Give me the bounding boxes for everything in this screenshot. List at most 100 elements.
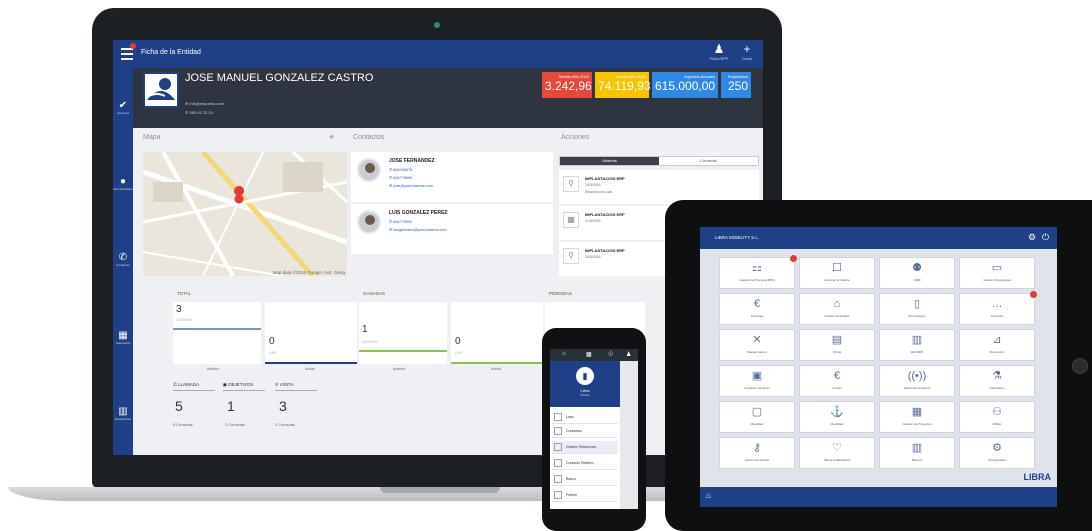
notification-badge xyxy=(1030,291,1037,298)
home-icon[interactable]: ⌂ xyxy=(562,351,566,357)
action-date: 21/3/2016 xyxy=(585,219,601,223)
contact-phone-1[interactable]: ✆ 666779900 xyxy=(389,219,412,224)
sidebar-item-oportunidades[interactable]: ● Oportunidades xyxy=(113,176,133,191)
module-tile[interactable]: ▦ Gestión de Proyectos xyxy=(879,401,955,433)
actions-panel-title: Acciones xyxy=(561,134,590,141)
module-icon: ▥ xyxy=(911,334,923,346)
module-tile[interactable]: ▣ Logística / Almacén xyxy=(719,365,795,397)
module-label: Control de Acceso xyxy=(744,458,770,462)
tab-cerradas[interactable]: Cerradas xyxy=(659,157,758,165)
module-icon: ⚙ xyxy=(992,442,1002,454)
shield-icon[interactable]: ☉ xyxy=(608,351,613,358)
sidebar-item-estadisticas[interactable]: ▥ Estadísticas xyxy=(113,406,133,421)
stat-ganadas-current: 0 0,00 xyxy=(451,302,543,364)
phone-menu-item[interactable]: Contacto Relativo xyxy=(552,457,618,470)
home-icon[interactable]: ⌂ xyxy=(706,491,711,500)
module-tile[interactable]: ▥ Web BPF xyxy=(879,329,955,361)
activity-label-text: LLAMADA xyxy=(178,382,200,387)
locate-icon[interactable]: ⌖ xyxy=(329,132,334,143)
contact-avatar xyxy=(357,210,381,234)
contact-email[interactable]: ✉ luisgonzalez@puertoarena.com xyxy=(389,227,447,232)
module-icon: ⚗ xyxy=(992,370,1002,382)
settings-icon[interactable]: ⚙ xyxy=(1028,232,1036,243)
power-icon[interactable]: ⏻ xyxy=(1042,232,1049,243)
entity-email-text: info@mipuedo.com xyxy=(189,101,224,106)
check-icon: ✔ xyxy=(118,100,128,111)
contact-card[interactable]: JOSE FERNANDEZ ✆ 666345678 ✆ 666778899 ✉… xyxy=(351,152,553,202)
activity-label-text: VISITA xyxy=(279,382,294,387)
module-icon: € xyxy=(753,298,761,310)
module-tile[interactable]: ▢ Movilidad xyxy=(719,401,795,433)
module-tile[interactable]: ((•)) Rastreo/Inventarios xyxy=(879,365,955,397)
action-date: 23/3/2016 xyxy=(585,255,601,259)
module-tile[interactable]: ☐ Atención al Cliente xyxy=(799,257,875,289)
tablet-home-button[interactable] xyxy=(1072,358,1088,374)
stat-foot: Actual xyxy=(491,367,501,371)
phone-menu-item[interactable]: Lista xyxy=(552,411,618,424)
ficha-bpf-button[interactable]: ♟ Ficha BPF xyxy=(707,43,731,62)
action-title: IMPLANTACION ERP xyxy=(585,176,625,181)
module-tile[interactable]: ✕ Mantenimiento xyxy=(719,329,795,361)
module-tile[interactable]: ⚗ Laboratorio xyxy=(959,365,1035,397)
stat-value: 3 xyxy=(176,304,182,315)
module-tile[interactable]: … Servicios xyxy=(959,291,1037,325)
action-item[interactable]: ⚲ IMPLANTACION ERP 15/3/2016 Reunión con… xyxy=(559,170,759,204)
contact-card[interactable]: LUIS GONZALEZ PEREZ ✆ 666779900 ✉ luisgo… xyxy=(351,204,553,254)
grid-icon[interactable]: ▦ xyxy=(586,351,592,358)
module-label: Marca Colaborativa xyxy=(823,458,850,462)
stat-foot: Anterior xyxy=(207,367,220,371)
module-icon: ⚉ xyxy=(912,262,922,274)
sidebar-item-calendario[interactable]: ▦ Calendario xyxy=(113,330,133,345)
module-icon: € xyxy=(833,370,841,382)
phone-menu-item[interactable]: Contactos xyxy=(552,425,618,438)
module-label: Servicios xyxy=(990,314,1004,318)
module-tile[interactable]: ▤ Obras xyxy=(799,329,875,361)
module-tile[interactable]: ⚇ RRHH xyxy=(959,401,1035,433)
phone-menu-item[interactable]: Gestión Relaciones xyxy=(552,441,618,454)
user-icon[interactable]: ♟ xyxy=(626,351,631,358)
activity-visita-count: 3 xyxy=(279,398,287,414)
module-tile[interactable]: ⌂ Gestión Inmuebles xyxy=(799,293,875,325)
module-tile[interactable]: € Ventas xyxy=(799,365,875,397)
module-tile[interactable]: ▯ Proveedores xyxy=(879,293,955,325)
module-tile[interactable]: ▭ Gestión Documental xyxy=(959,257,1035,289)
phone-menu-item[interactable]: Banco xyxy=(552,473,618,486)
stat-bar xyxy=(359,350,447,352)
create-button[interactable]: + Crear xyxy=(735,43,759,62)
contact-phone-1[interactable]: ✆ 666345678 xyxy=(389,167,412,172)
module-label: RRHH xyxy=(992,422,1002,426)
module-icon: ▤ xyxy=(831,334,843,346)
module-label: CRM xyxy=(913,278,921,282)
module-tile[interactable]: € Finanzas xyxy=(719,293,795,325)
module-tile[interactable]: ⚓ Movilidad xyxy=(799,401,875,433)
map-view[interactable]: Map data ©2016 Google, Inst. Geog xyxy=(143,152,347,276)
kpi-ventas-2015: Ventas Año 2015 3.242,96 xyxy=(542,72,592,98)
contact-phone-2[interactable]: ✆ 666778899 xyxy=(389,175,412,180)
module-tile[interactable]: ⚉ CRM xyxy=(879,257,955,289)
phone-menu-item[interactable]: Pedido xyxy=(552,489,618,502)
tablet-title: LIBRA MOBILITY S.L. xyxy=(715,235,760,240)
sidebar-item-contactos[interactable]: ✆ Contactos xyxy=(113,252,133,267)
entity-phone[interactable]: ✆ 985 62 23 24 xyxy=(185,110,213,115)
activity-visita-sub: 2 Cerradas xyxy=(275,422,295,427)
module-icon: ▯ xyxy=(913,298,921,310)
sidebar-item-acciones[interactable]: ✔ Acciones xyxy=(113,100,133,115)
contact-email[interactable]: ✉ jose@puertoarena.com xyxy=(389,183,433,188)
stat-foot: Actual xyxy=(305,367,315,371)
module-tile[interactable]: ♡ Marca Colaborativa xyxy=(799,437,875,469)
phone-menu-label: Lista xyxy=(566,415,574,419)
tab-abiertas[interactable]: Abiertas xyxy=(560,157,659,165)
module-tile[interactable]: ▥ Bancos xyxy=(879,437,955,469)
stat-value: 0 xyxy=(269,336,275,347)
menu-icon[interactable] xyxy=(121,48,133,60)
notification-badge xyxy=(790,255,797,262)
kpi-value: 615.000,00 xyxy=(655,79,716,93)
stat-value: 0 xyxy=(455,336,461,347)
module-tile[interactable]: ⚏ Gestión de Procesos BPM xyxy=(719,255,797,289)
module-tile[interactable]: ⊿ Producción xyxy=(959,329,1035,361)
entity-email[interactable]: ✉ info@mipuedo.com xyxy=(185,101,224,106)
activity-objetivos-label: ◼ OBJETIVOS xyxy=(223,382,265,391)
module-tile[interactable]: ⚙ Configuración xyxy=(959,437,1035,469)
tablet-screen: LIBRA MOBILITY S.L. ⚙ ⏻ ⚏ Gestión de Proc… xyxy=(700,227,1057,507)
module-tile[interactable]: ⚷ Control de Acceso xyxy=(719,437,795,469)
